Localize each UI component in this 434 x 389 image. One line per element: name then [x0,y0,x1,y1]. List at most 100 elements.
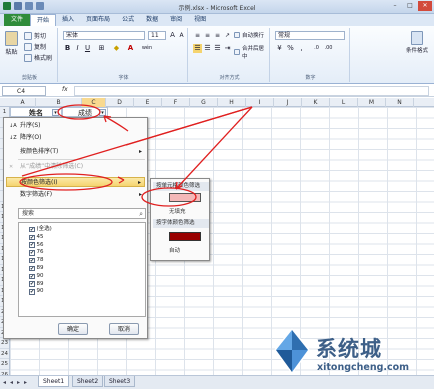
phonetic-button[interactable]: wén [140,44,154,53]
checkbox-icon[interactable]: ✔ [29,273,35,280]
cancel-button[interactable]: 取消 [109,323,139,335]
wrap-text-button[interactable]: 自动换行 [234,31,264,39]
font-name-combo[interactable]: 宋体 [63,31,145,40]
last-sheet-icon[interactable]: ▸ [24,379,27,386]
bold-button[interactable]: B [63,44,72,53]
fill-color-icon[interactable]: ◆ [112,44,121,53]
fx-label[interactable]: fx [62,86,68,93]
checkbox-icon[interactable]: ✔ [29,242,35,248]
sheet-tab-1[interactable]: Sheet1 [38,376,70,387]
column-header-j[interactable]: J [274,98,302,107]
merge-center-button[interactable]: 合并后居中 [234,44,269,60]
cut-button[interactable]: 剪切 [24,31,46,40]
checkbox-icon[interactable]: ✔ [29,250,35,256]
filter-list-item[interactable]: ✔ 89 [29,281,44,288]
cell-color-swatch[interactable] [169,193,201,202]
checkbox-icon[interactable]: ✔ [29,226,35,233]
clear-filter-item[interactable]: ✕ 从“成绩”中清除筛选(C) [6,162,145,172]
align-left-icon[interactable]: ☰ [193,44,202,53]
filter-list-item[interactable]: ✔ 56 [29,242,44,249]
filter-list-item[interactable]: ✔ (全选) [29,226,52,233]
no-fill-option[interactable]: 无填充 [169,207,186,215]
row-header-1[interactable]: 1 [0,107,9,118]
row-header-25[interactable]: 25 [0,359,9,370]
auto-color-option[interactable]: 自动 [169,246,180,254]
column-header-l[interactable]: L [330,98,358,107]
paste-button[interactable]: 粘贴 [5,31,18,56]
align-top-icon[interactable]: ≡ [193,31,202,40]
font-color-icon[interactable]: A [126,44,135,53]
sort-ascending-item[interactable]: ↓A 升序(S) [6,121,145,131]
row-header-24[interactable]: 24 [0,349,9,359]
filter-by-color-item[interactable]: 按颜色筛选(I) ▸ [6,177,145,187]
ribbon-tab-6[interactable]: 审阅 [164,14,188,26]
filter-list-item[interactable]: ✔ 89 [29,265,44,272]
italic-button[interactable]: I [73,44,82,53]
checkbox-icon[interactable]: ✔ [29,289,35,295]
ribbon-tab-1[interactable]: 开始 [30,14,57,26]
sheet-tab-2[interactable]: Sheet2 [72,376,104,387]
filter-list-item[interactable]: ✔ 78 [29,257,44,264]
align-bottom-icon[interactable]: ≡ [213,31,222,40]
column-header-f[interactable]: F [162,98,190,107]
filter-list-item[interactable]: ✔ 45 [29,234,44,241]
prev-sheet-icon[interactable]: ◂ [10,379,13,386]
column-header-b[interactable]: B [36,98,82,107]
column-header-h[interactable]: H [218,98,246,107]
formula-input[interactable] [74,86,429,96]
first-sheet-icon[interactable]: ◂ [3,379,6,386]
underline-button[interactable]: U [83,44,92,53]
checkbox-icon[interactable]: ✔ [29,234,35,241]
sort-descending-item[interactable]: ↓Z 降序(O) [6,133,145,143]
decrease-decimal-icon[interactable]: .00 [324,44,333,53]
grow-font-icon[interactable]: A [168,31,177,40]
format-painter-button[interactable]: 格式刷 [24,53,52,62]
maximize-icon[interactable]: □ [403,1,417,11]
filter-search-input[interactable]: 搜索 ⌕ [18,208,146,219]
column-header-g[interactable]: G [190,98,218,107]
column-header-e[interactable]: E [134,98,162,107]
checkbox-icon[interactable]: ✔ [29,257,35,264]
ribbon-tab-2[interactable]: 插入 [56,14,80,26]
filter-list-item[interactable]: ✔ 90 [29,273,44,280]
comma-icon[interactable]: , [297,44,306,53]
align-right-icon[interactable]: ☰ [213,44,222,53]
column-header-a[interactable]: A [10,98,36,107]
copy-button[interactable]: 复制 [24,42,46,51]
ribbon-tab-5[interactable]: 数据 [140,14,164,26]
checkbox-icon[interactable]: ✔ [29,281,35,287]
number-filter-item[interactable]: 数字筛选(F) ▸ [6,190,145,200]
ribbon-tab-4[interactable]: 公式 [116,14,140,26]
checkbox-icon[interactable]: ✔ [29,265,35,272]
row-header-23[interactable]: 23 [0,338,9,349]
column-header-n[interactable]: N [386,98,414,107]
column-header-k[interactable]: K [302,98,330,107]
align-middle-icon[interactable]: ≡ [203,31,212,40]
border-icon[interactable]: ⊞ [97,44,106,53]
font-size-combo[interactable]: 11 [148,31,166,40]
shrink-font-icon[interactable]: A [177,31,186,40]
ribbon-tab-7[interactable]: 视图 [188,14,212,26]
indent-icon[interactable]: ⇥ [223,44,232,53]
column-header-d[interactable]: D [106,98,134,107]
percent-icon[interactable]: % [286,44,295,53]
filter-list-item[interactable]: ✔ 76 [29,249,44,256]
close-icon[interactable]: ✕ [418,1,432,11]
font-color-swatch[interactable] [169,232,201,241]
increase-decimal-icon[interactable]: .0 [312,44,321,53]
column-header-i[interactable]: I [246,98,274,107]
align-center-icon[interactable]: ☰ [203,44,212,53]
minimize-icon[interactable]: – [388,1,402,11]
currency-icon[interactable]: ¥ [275,44,284,53]
name-box[interactable]: C4 [2,86,46,96]
orientation-icon[interactable]: ↗ [223,31,232,40]
conditional-format-button[interactable]: 条件格式 [406,31,428,54]
ribbon-tab-0[interactable]: 文件 [4,14,31,26]
filter-dropdown-a[interactable]: ▾ [52,108,59,116]
next-sheet-icon[interactable]: ▸ [17,379,20,386]
column-header-m[interactable]: M [358,98,386,107]
ribbon-tab-3[interactable]: 页面布局 [80,14,116,26]
filter-list-item[interactable]: ✔ 90 [29,288,44,295]
number-format-combo[interactable]: 常规 [275,31,345,40]
sheet-tab-3[interactable]: Sheet3 [104,376,136,387]
